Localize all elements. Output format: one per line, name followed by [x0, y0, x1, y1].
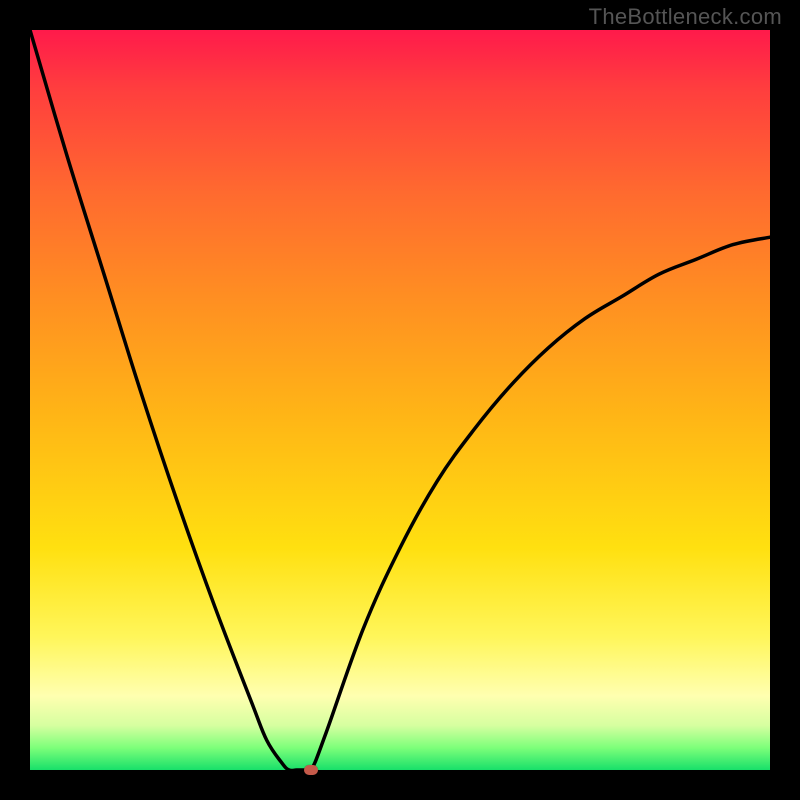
minimum-marker: [304, 765, 318, 775]
plot-area: [30, 30, 770, 770]
watermark-text: TheBottleneck.com: [589, 4, 782, 30]
bottleneck-curve: [30, 30, 770, 773]
chart-container: TheBottleneck.com: [0, 0, 800, 800]
curve-svg: [30, 30, 770, 770]
